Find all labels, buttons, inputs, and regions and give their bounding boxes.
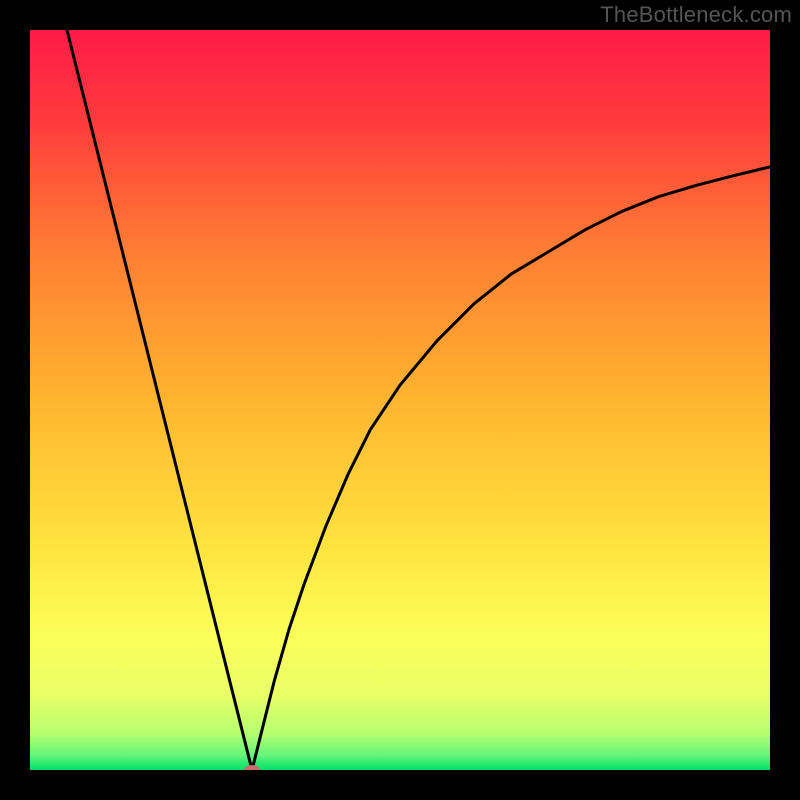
gradient-background [30,30,770,770]
watermark-label: TheBottleneck.com [600,2,792,28]
bottleneck-plot [30,30,770,770]
chart-frame: TheBottleneck.com [0,0,800,800]
